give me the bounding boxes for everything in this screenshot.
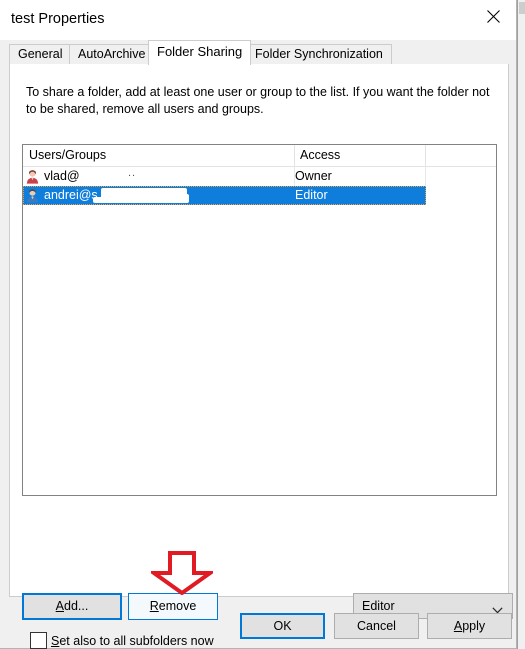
table-row[interactable]: vlad@ Owner .. [23, 167, 496, 186]
down-arrow-annotation-icon [151, 551, 213, 595]
tab-general[interactable]: General [9, 44, 72, 64]
user-name: vlad@ [44, 169, 80, 183]
access-level-value: Editor [362, 599, 395, 613]
title-bar: test Properties [0, 0, 516, 40]
redaction-artifact-dots: .. [128, 167, 137, 179]
user-access: Owner [295, 169, 332, 183]
apply-button[interactable]: Apply [427, 613, 512, 639]
set-subfolders-label[interactable]: Set also to all subfolders now [51, 634, 214, 648]
user-avatar-icon [25, 169, 40, 184]
cancel-button-label: Cancel [357, 618, 396, 633]
listbox-header: Users/Groups Access [23, 145, 496, 167]
user-name: andrei@s [44, 188, 98, 202]
set-subfolders-checkbox[interactable] [30, 632, 47, 649]
background-scrollbar [519, 0, 525, 649]
remove-button-label: Remove [149, 599, 197, 614]
properties-dialog: test Properties General AutoArchive Fold… [0, 0, 517, 649]
tab-strip: General AutoArchive Folder Sharing Folde… [0, 40, 516, 65]
apply-button-label: Apply [453, 618, 486, 633]
user-access: Editor [295, 188, 328, 202]
user-avatar-icon [25, 188, 40, 203]
ok-button-label: OK [273, 618, 292, 633]
background-scrollbar-thumb [519, 2, 525, 14]
add-button-label: Add... [55, 599, 89, 614]
tab-folder-synchronization[interactable]: Folder Synchronization [246, 44, 392, 64]
users-groups-listbox[interactable]: Users/Groups Access vlad@ Owner .. andre… [22, 144, 497, 496]
redaction-mark [151, 194, 189, 203]
column-header-access[interactable]: Access [300, 148, 340, 162]
table-row[interactable]: andrei@s Editor [23, 186, 426, 205]
close-icon[interactable] [471, 0, 516, 32]
panel-description: To share a folder, add at least one user… [26, 85, 490, 116]
window-title: test Properties [11, 11, 105, 27]
tab-folder-sharing[interactable]: Folder Sharing [148, 40, 252, 65]
remove-button[interactable]: Remove [128, 593, 218, 620]
column-header-users-groups[interactable]: Users/Groups [29, 148, 106, 162]
column-divider-2[interactable] [425, 145, 426, 166]
folder-sharing-panel: To share a folder, add at least one user… [9, 64, 513, 649]
column-divider-1[interactable] [294, 145, 295, 166]
ok-button[interactable]: OK [240, 613, 325, 639]
add-button[interactable]: Add... [22, 593, 122, 620]
cancel-button[interactable]: Cancel [334, 613, 419, 639]
background-window-edge [517, 0, 525, 649]
tab-autoarchive[interactable]: AutoArchive [69, 44, 155, 64]
